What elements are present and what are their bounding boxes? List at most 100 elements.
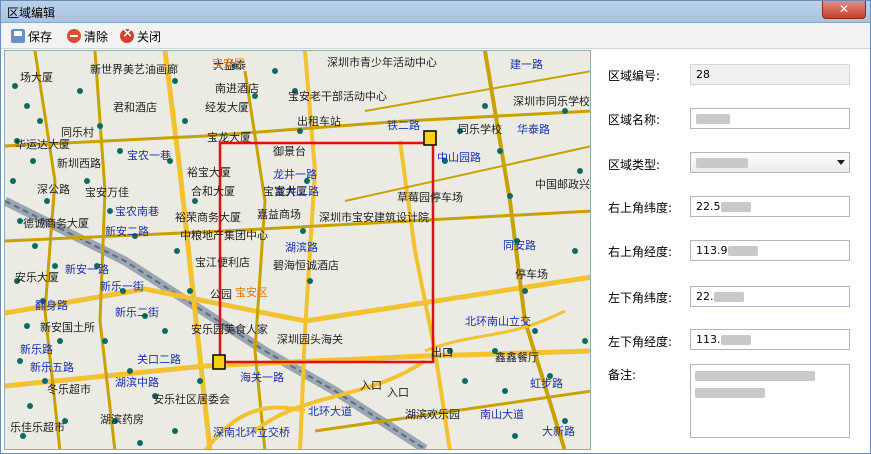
window-title: 区域编辑 [7,6,56,20]
map-label: 深圳市宝安建筑设计院 [319,211,429,224]
chevron-down-icon [837,160,845,165]
map-label: 德诚商务大厦 [23,217,89,230]
map-label: 新乐一街 [100,280,144,293]
map-label: 同安路 [503,239,536,252]
map-label: 宝安区 [235,286,268,299]
save-icon [11,29,25,43]
map-label: 同乐学校 [458,123,502,136]
map-label: 鑫鑫餐厅 [495,351,539,364]
map-label: 北环大道 [308,405,352,418]
map-label: 新圳西路 [57,157,101,170]
map-label: 裕宝大厦 [187,166,231,179]
title-bar[interactable]: 区域编辑 ✕ [1,1,870,23]
map-label: 宝农一巷 [127,149,171,162]
window-close-button[interactable]: ✕ [822,1,866,19]
map-label: 湖滨药房 [100,413,144,426]
map-label: 湖滨路 [285,241,318,254]
notes-textarea[interactable] [690,364,850,438]
map-label: 新乐二街 [115,306,159,319]
region-type-select[interactable] [690,152,850,173]
ne-lng-field[interactable]: 113.9 [690,240,850,261]
sw-lat-field[interactable]: 22. [690,286,850,307]
clear-button[interactable]: 清除 [67,27,108,45]
map-label: 宝农南巷 [115,205,159,218]
map-label: 北环南山立交 [465,315,531,328]
map-label: 公园 [210,288,232,301]
map-label: 湖滨中路 [115,376,159,389]
map-label: 新安二路 [105,225,149,238]
map-label: 入口 [387,386,409,399]
map-label: 海关一路 [240,371,284,384]
map-label: 宝龙大厦 [207,131,251,144]
map-label: 建一路 [510,58,543,71]
map-label: 合和大厦 [191,185,235,198]
map-label: 龙井一路 [273,168,317,181]
map-label: 停车场 [515,268,548,281]
map-label: 华运达大厦 [15,138,70,151]
region-name-field[interactable] [690,108,850,129]
map-label: 乐佳乐超市 [10,421,65,434]
map-label: 新世界美艺油画廊 [90,63,178,76]
map-label: 安乐大厦 [15,271,59,284]
map-label: 宝安老干部活动中心 [288,90,387,103]
close-button[interactable]: 关闭 [120,26,162,45]
map-view[interactable]: 深圳市青少年活动中心 深圳市同乐学校 建一路 新世界美艺油画廊 同乐学校 华泰路… [4,50,591,450]
map-label: 嘉益商场 [257,208,301,221]
close-label: 关闭 [137,29,162,44]
region-edit-window: 区域编辑 ✕ 保存 清除 关闭 [0,0,871,454]
clear-label: 清除 [84,29,109,44]
map-label: 中国邮政兴 [535,178,590,191]
map-label: 深公路 [37,183,70,196]
map-label: 御景台 [273,145,306,158]
map-label: 虹步路 [530,377,563,390]
map-label: 安乐社区居委会 [153,393,230,406]
ne-lat-field[interactable]: 22.5 [690,196,850,217]
map-label: 新乐路 [20,343,53,356]
ne-lng-label: 右上角经度: [608,245,673,259]
map-label: 草莓园停车场 [397,191,463,204]
sw-lat-label: 左下角纬度: [608,291,673,305]
map-label: 铁二路 [387,119,420,132]
map-label: 裕荣商务大厦 [175,211,241,224]
map-label: 新安国土所 [40,321,95,334]
map-label: 新安一路 [65,263,109,276]
close-icon [120,26,134,43]
map-label: 深圳园头海关 [277,333,343,346]
sw-lng-field[interactable]: 113. [690,329,850,350]
map-label: 宝安万佳 [85,186,129,199]
sw-lng-label: 左下角经度: [608,335,673,349]
save-label: 保存 [28,29,53,44]
map-label: 宝安区 [212,57,245,70]
map-label: 深圳市同乐学校 [513,95,590,108]
map-label: 经发大厦 [205,101,249,114]
region-type-label: 区域类型: [608,158,661,172]
map-label: 深南北环立交桥 [213,426,290,439]
map-label: 南进酒店 [215,82,259,95]
region-name-label: 区域名称: [608,113,661,127]
map-label: 出租车站 [297,115,341,128]
map-label: 中山园路 [437,151,481,164]
toolbar: 保存 清除 关闭 [1,23,870,49]
map-label: 冬乐超市 [47,383,91,396]
map-label: 翻身路 [35,299,68,312]
ne-lat-label: 右上角纬度: [608,201,673,215]
region-id-field: 28 [690,64,850,85]
map-label: 入口 [360,379,382,392]
map-label: 新乐五路 [30,361,74,374]
map-label: 湖滨欢乐园 [405,408,460,421]
map-label: 安乐园美食人家 [191,323,268,336]
map-label: 场大厦 [20,71,53,84]
save-button[interactable]: 保存 [11,27,52,45]
map-label: 出口 [431,346,453,359]
map-label: 中粮地产集团中心 [180,229,268,242]
notes-label: 备注: [608,368,637,382]
clear-icon [67,29,81,43]
map-label: 大新路 [542,425,575,438]
map-label: 宝江便利店 [195,256,250,269]
map-label: 华泰路 [517,123,550,136]
map-label: 碧海恒诚酒店 [273,259,339,272]
map-label: 宝富大厦 [263,185,307,198]
region-form: 区域编号: 28 区域名称: 区域类型: 右上角纬度: 22.5 右上角经度: … [594,50,870,453]
region-id-label: 区域编号: [608,69,661,83]
map-label: 关口二路 [137,353,181,366]
